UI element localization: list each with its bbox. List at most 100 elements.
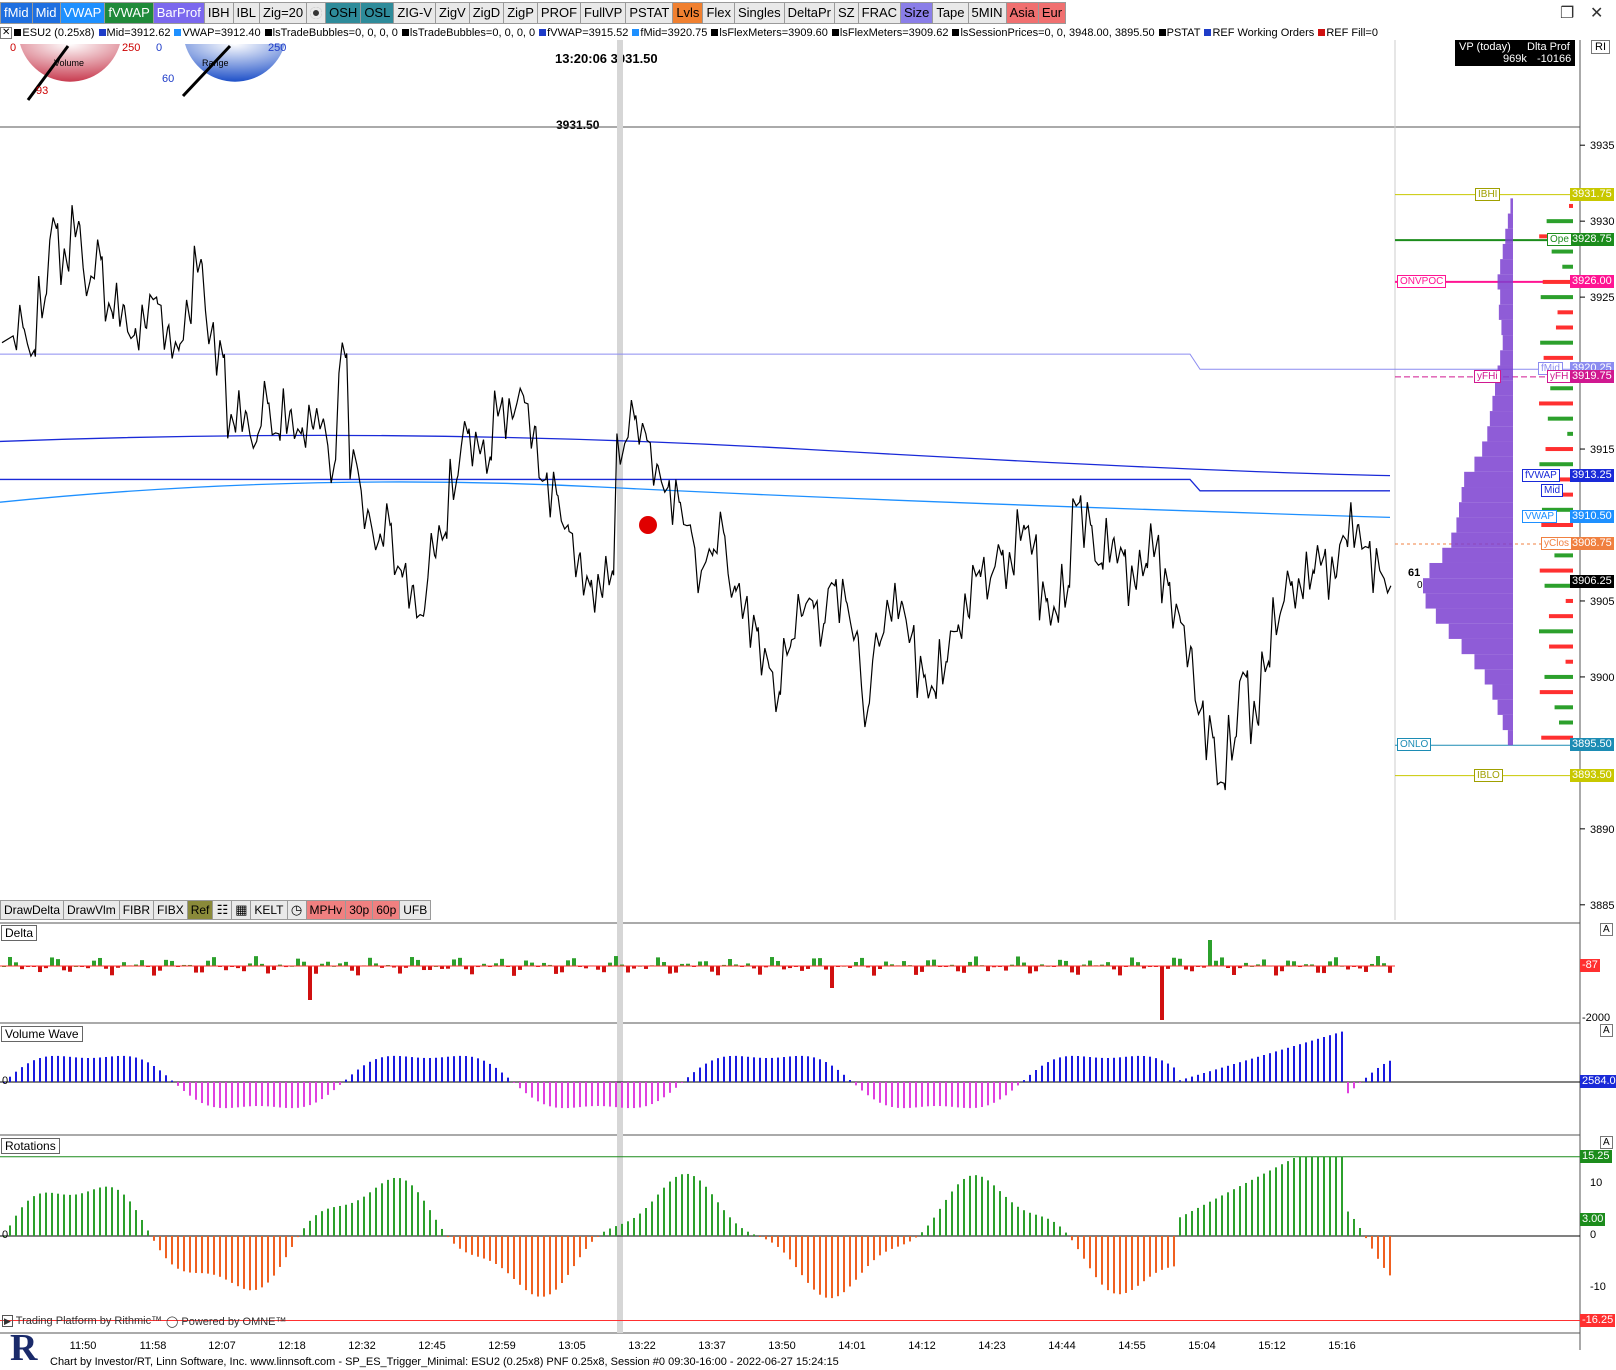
volume-wave-bar [621, 1082, 623, 1108]
price-tag: 3908.75 [1570, 536, 1614, 550]
delta-bar [296, 958, 300, 966]
delta-profile-bar [1546, 219, 1573, 224]
drawing-btn-30p[interactable]: 30p [345, 900, 374, 920]
volume-wave-bar [1269, 1053, 1271, 1082]
price-chart[interactable]: 3935 3930 3925 3915 3905 3900 3890 3885 [0, 0, 1616, 1370]
rotations-bar [1359, 1227, 1361, 1236]
volume-wave-bar [771, 1057, 773, 1082]
rotations-bar [927, 1225, 929, 1236]
panel-autoscale-button[interactable]: A [1600, 1136, 1613, 1149]
rotations-bar [1041, 1216, 1043, 1236]
rotations-bar [957, 1184, 959, 1236]
time-axis-label: 11:58 [139, 1340, 167, 1352]
delta-bar [254, 956, 258, 966]
delta-bar [1334, 957, 1338, 966]
delta-bar [524, 960, 528, 966]
rotations-bar [735, 1223, 737, 1236]
rotations-bar [93, 1189, 95, 1236]
delta-bar [500, 958, 504, 966]
delta-bar [308, 966, 312, 1000]
rotations-bar [993, 1185, 995, 1236]
rotations-bar [999, 1191, 1001, 1236]
volume-wave-bar [783, 1057, 785, 1082]
volume-wave-bar [147, 1062, 149, 1082]
volume-wave-bar [1245, 1060, 1247, 1082]
rotations-bar [771, 1236, 773, 1243]
volume-wave-bar [45, 1056, 47, 1082]
volume-wave-bar [291, 1082, 293, 1109]
volume-wave-bar [1143, 1055, 1145, 1082]
volume-wave-bar [1101, 1057, 1103, 1082]
rotations-tick-10: 10 [1590, 1177, 1603, 1189]
clock-icon[interactable]: ◷ [286, 900, 307, 920]
volume-wave-bar [1095, 1057, 1097, 1082]
delta-bar [1118, 966, 1122, 976]
rotations-bar [1011, 1202, 1013, 1236]
rotations-bar [1089, 1236, 1091, 1269]
volume-wave-bar [483, 1060, 485, 1082]
panel-autoscale-button[interactable]: A [1600, 1024, 1613, 1037]
rotations-bar [837, 1236, 839, 1297]
delta-profile-bar [1543, 355, 1573, 360]
volume-wave-bar [615, 1082, 617, 1108]
drawing-btn-ufb[interactable]: UFB [399, 900, 432, 920]
time-axis-label: 13:22 [628, 1340, 656, 1352]
calculator-icon[interactable]: ▦ [231, 900, 252, 920]
volume-wave-bar [417, 1057, 419, 1082]
rotations-bar [855, 1236, 857, 1280]
delta-profile-bar [1539, 690, 1573, 695]
rotations-bar [1221, 1195, 1223, 1236]
volume-wave-bar [561, 1082, 563, 1109]
volume-profile-bar [1461, 487, 1513, 503]
drawing-btn-mphv[interactable]: MPHv [305, 900, 347, 920]
delta-bar [608, 962, 612, 966]
delta-bar [272, 966, 276, 970]
drawing-btn-fibr[interactable]: FIBR [118, 900, 155, 920]
volume-wave-bar [963, 1082, 965, 1108]
delta-profile-bar [1569, 203, 1573, 208]
rotations-bar [393, 1177, 395, 1236]
delta-profile-bar [1565, 598, 1573, 603]
fmid-line [0, 353, 1580, 370]
sliders-icon[interactable]: ☷ [212, 900, 233, 920]
volume-wave-bar [585, 1082, 587, 1107]
volume-wave-bar [237, 1082, 239, 1108]
volume-wave-bar [225, 1082, 227, 1109]
time-axis-label: 12:18 [278, 1340, 306, 1352]
volume-wave-bar [117, 1055, 119, 1082]
volume-wave-bar [921, 1082, 923, 1107]
rotations-bar [1335, 1156, 1337, 1236]
rotations-bar [477, 1236, 479, 1257]
volume-wave-bar [87, 1057, 89, 1082]
rotations-bar [1095, 1236, 1097, 1278]
volume-profile-bar [1456, 517, 1513, 533]
volume-wave-bar [777, 1057, 779, 1082]
delta-bar [1028, 966, 1032, 974]
rotations-bar [1365, 1236, 1367, 1239]
panel-autoscale-button[interactable]: A [1600, 923, 1613, 936]
rotations-bar [903, 1236, 905, 1245]
volume-wave-bar [315, 1082, 317, 1103]
price-tick-label: 3930 [1590, 216, 1614, 228]
drawing-btn-drawvlm[interactable]: DrawVlm [63, 900, 120, 920]
delta-bar [98, 957, 102, 966]
rotations-bar [675, 1176, 677, 1236]
volume-wave-bar [159, 1070, 161, 1082]
volume-wave-bar [165, 1075, 167, 1082]
rotations-bar [783, 1236, 785, 1253]
rotations-bar [1269, 1170, 1271, 1236]
volume-wave-bar [363, 1065, 365, 1082]
rotations-bar [399, 1178, 401, 1236]
delta-profile-bar [1539, 401, 1573, 406]
delta-profile-bar [1539, 462, 1573, 467]
rotations-bar [897, 1236, 899, 1247]
drawing-btn-drawdelta[interactable]: DrawDelta [0, 900, 65, 920]
volume-wave-bar [507, 1077, 509, 1082]
drawing-btn-kelt[interactable]: KELT [250, 900, 288, 920]
rotations-bar [27, 1200, 29, 1236]
volume-wave-bar [1131, 1056, 1133, 1082]
drawing-btn-60p[interactable]: 60p [372, 900, 401, 920]
drawing-btn-fibx[interactable]: FIBX [153, 900, 188, 920]
delta-bar [626, 966, 630, 973]
drawing-btn-ref[interactable]: Ref [186, 900, 214, 920]
